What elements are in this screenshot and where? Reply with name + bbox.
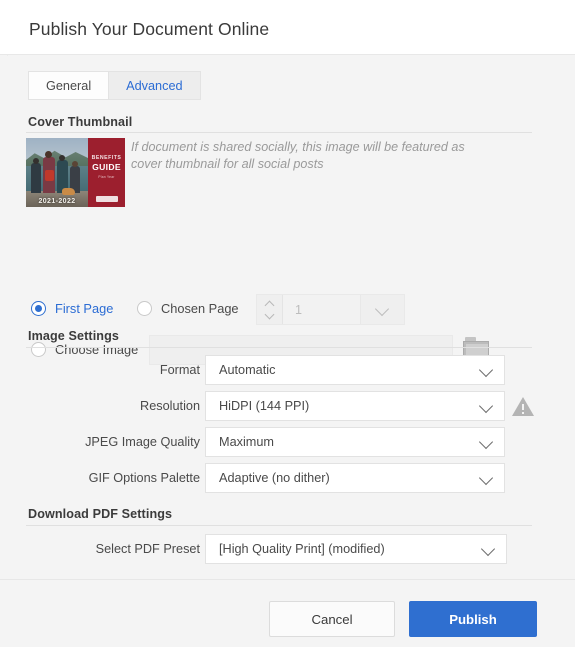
radio-chosen-page-indicator <box>137 301 152 316</box>
label-select-pdf-preset: Select PDF Preset <box>95 542 200 556</box>
radio-first-page-indicator <box>31 301 46 316</box>
cancel-button[interactable]: Cancel <box>269 601 395 637</box>
warning-exclamation-mark <box>522 404 524 414</box>
select-resolution[interactable]: HiDPI (144 PPI) <box>205 391 505 421</box>
chevron-down-icon <box>468 400 504 413</box>
publish-button[interactable]: Publish <box>409 601 537 637</box>
page-number-stepper[interactable]: 1 <box>256 294 405 325</box>
page-number-dropdown-button[interactable] <box>360 295 404 324</box>
section-title-image-settings: Image Settings <box>28 329 119 343</box>
tab-advanced[interactable]: Advanced <box>109 71 201 100</box>
warning-triangle-icon <box>512 397 534 417</box>
label-gif-options-palette: GIF Options Palette <box>88 471 200 485</box>
page-title: Publish Your Document Online <box>29 19 270 39</box>
dialog-header: Publish Your Document Online <box>0 0 575 55</box>
select-jpeg-image-quality[interactable]: Maximum <box>205 427 505 457</box>
chevron-up-icon[interactable] <box>265 299 274 308</box>
photo-backpack <box>45 170 54 181</box>
chevron-down-icon <box>470 543 506 556</box>
tab-general[interactable]: General <box>28 71 110 100</box>
section-divider-cover-thumbnail <box>26 132 532 133</box>
radio-choose-image-label: Choose Image <box>55 342 139 357</box>
radio-first-page[interactable]: First Page <box>31 301 113 316</box>
tab-bar: General Advanced <box>28 71 201 100</box>
cover-thumbnail-preview: 2021-2022 BENEFITS GUIDE Plan Year <box>26 138 125 207</box>
dialog-footer: Cancel Publish <box>0 579 575 647</box>
stepper-arrows[interactable] <box>257 295 283 324</box>
section-title-cover-thumbnail: Cover Thumbnail <box>28 115 133 129</box>
chevron-down-icon <box>468 364 504 377</box>
select-jpeg-image-quality-value: Maximum <box>219 435 274 449</box>
section-divider-pdf-settings <box>26 525 532 526</box>
select-resolution-value: HiDPI (144 PPI) <box>219 399 310 413</box>
chevron-down-icon <box>468 436 504 449</box>
cover-logo <box>96 196 118 202</box>
photo-person <box>31 163 41 193</box>
label-jpeg-image-quality: JPEG Image Quality <box>85 435 200 449</box>
select-format-value: Automatic <box>219 363 276 377</box>
label-format: Format <box>159 363 200 377</box>
chevron-down-icon <box>468 472 504 485</box>
cover-benefits-text: BENEFITS <box>91 155 122 161</box>
photo-person-head <box>72 161 78 167</box>
cover-subtitle-text: Plan Year <box>98 175 115 179</box>
radio-chosen-page-label: Chosen Page <box>161 301 239 316</box>
section-title-download-pdf-settings: Download PDF Settings <box>28 507 173 521</box>
photo-dog <box>62 188 75 195</box>
radio-choose-image[interactable]: Choose Image <box>31 342 138 357</box>
photo-person-head <box>45 151 52 158</box>
dialog-body: General Advanced Cover Thumbnail 2021-20… <box>0 56 575 579</box>
page-number-value[interactable]: 1 <box>283 295 360 324</box>
cover-thumbnail-note: If document is shared socially, this ima… <box>131 140 465 171</box>
select-pdf-preset-value: [High Quality Print] (modified) <box>219 542 385 556</box>
select-pdf-preset[interactable]: [High Quality Print] (modified) <box>205 534 507 564</box>
select-gif-options-palette[interactable]: Adaptive (no dither) <box>205 463 505 493</box>
section-divider-image-settings <box>26 347 532 348</box>
radio-choose-image-indicator <box>31 342 46 357</box>
radio-chosen-page[interactable]: Chosen Page <box>137 301 239 316</box>
label-resolution: Resolution <box>140 399 200 413</box>
cover-title-panel: BENEFITS GUIDE Plan Year <box>88 138 125 207</box>
radio-first-page-label: First Page <box>55 301 114 316</box>
select-gif-options-palette-value: Adaptive (no dither) <box>219 471 330 485</box>
cover-year-text: 2021-2022 <box>38 198 76 205</box>
photo-person-head <box>59 155 65 161</box>
cover-guide-text: GUIDE <box>92 162 121 172</box>
photo-person-head <box>33 158 39 164</box>
select-format[interactable]: Automatic <box>205 355 505 385</box>
chevron-down-icon[interactable] <box>265 311 274 320</box>
chevron-down-icon <box>376 303 389 316</box>
cover-photo: 2021-2022 <box>26 138 88 207</box>
